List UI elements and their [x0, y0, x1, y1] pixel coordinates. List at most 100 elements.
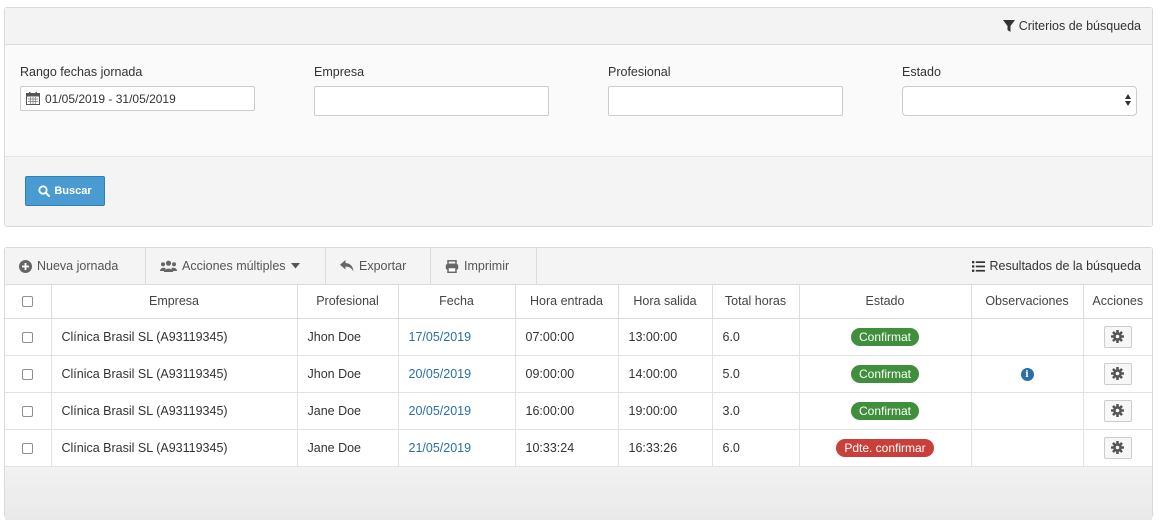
- entry-time-cell: 07:00:00: [515, 318, 619, 356]
- filter-icon: [1002, 20, 1015, 32]
- search-criteria-toggle[interactable]: Criterios de búsqueda: [1002, 19, 1141, 33]
- column-header-entry-time[interactable]: Hora entrada: [515, 285, 619, 319]
- exit-time-cell: 19:00:00: [618, 392, 713, 430]
- status-cell: Confirmat: [799, 392, 972, 430]
- table-header-row: Empresa Profesional Fecha Hora entrada H…: [5, 285, 1152, 319]
- info-icon[interactable]: i: [1020, 368, 1034, 382]
- date-range-value: 01/05/2019 - 31/05/2019: [45, 91, 176, 106]
- table-row[interactable]: Clínica Brasil SL (A93119345) Jane Doe 2…: [5, 429, 1152, 467]
- company-cell: Clínica Brasil SL (A93119345): [51, 392, 298, 430]
- gear-icon: [1111, 367, 1125, 380]
- row-actions-button[interactable]: [1103, 362, 1132, 385]
- gear-icon: [1111, 404, 1125, 417]
- date-range-field: Rango fechas jornada 01/05/2019 - 31/05/…: [20, 65, 255, 111]
- actions-cell: [1083, 318, 1152, 356]
- reply-arrow-icon: [340, 260, 354, 272]
- row-actions-button[interactable]: [1103, 325, 1132, 348]
- search-button[interactable]: Buscar: [25, 176, 105, 206]
- caret-down-icon: [290, 263, 300, 269]
- status-cell: Confirmat: [799, 318, 972, 356]
- status-field: Estado: [902, 65, 1137, 116]
- exit-time-cell: 13:00:00: [618, 318, 713, 356]
- new-shift-button[interactable]: Nueva jornada: [5, 248, 146, 284]
- professional-cell: Jane Doe: [297, 429, 399, 467]
- calendar-icon: [26, 92, 40, 105]
- status-cell: Pdte. confirmar: [799, 429, 972, 467]
- date-cell: 17/05/2019: [398, 318, 516, 356]
- entry-time-cell: 09:00:00: [515, 355, 619, 393]
- gear-icon: [1111, 441, 1125, 454]
- professional-label: Profesional: [608, 65, 671, 79]
- column-header-observations[interactable]: Observaciones: [971, 285, 1084, 319]
- company-label: Empresa: [314, 65, 365, 79]
- date-range-input[interactable]: 01/05/2019 - 31/05/2019: [20, 86, 255, 111]
- column-header-company[interactable]: Empresa: [51, 285, 298, 319]
- table-footer: [5, 466, 1152, 520]
- observations-cell: i: [971, 355, 1084, 393]
- column-header-exit-time[interactable]: Hora salida: [618, 285, 713, 319]
- status-badge: Confirmat: [850, 327, 919, 346]
- select-all-header: [5, 285, 52, 319]
- row-checkbox[interactable]: [22, 368, 34, 380]
- row-checkbox[interactable]: [22, 331, 34, 343]
- column-header-date[interactable]: Fecha: [398, 285, 516, 319]
- row-checkbox[interactable]: [22, 405, 34, 417]
- results-header-label: Resultados de la búsqueda: [989, 259, 1141, 273]
- new-shift-label: Nueva jornada: [37, 259, 119, 273]
- printer-icon: [445, 259, 459, 273]
- company-cell: Clínica Brasil SL (A93119345): [51, 355, 298, 393]
- date-link[interactable]: 17/05/2019: [409, 330, 472, 344]
- row-actions-button[interactable]: [1103, 399, 1132, 422]
- column-header-professional[interactable]: Profesional: [297, 285, 399, 319]
- row-actions-button[interactable]: [1103, 436, 1132, 459]
- search-results-panel: Nueva jornada Acciones múltiples Exporta…: [4, 247, 1153, 520]
- status-badge: Confirmat: [850, 401, 919, 420]
- select-all-checkbox[interactable]: [22, 296, 34, 308]
- company-cell: Clínica Brasil SL (A93119345): [51, 318, 298, 356]
- table-row[interactable]: Clínica Brasil SL (A93119345) Jane Doe 2…: [5, 392, 1152, 430]
- company-cell: Clínica Brasil SL (A93119345): [51, 429, 298, 467]
- row-checkbox[interactable]: [22, 442, 34, 454]
- row-select-cell: [5, 429, 52, 467]
- results-table-body: Clínica Brasil SL (A93119345) Jhon Doe 1…: [5, 318, 1152, 467]
- total-hours-cell: 6.0: [712, 318, 800, 356]
- observations-cell: [971, 429, 1084, 467]
- actions-cell: [1083, 355, 1152, 393]
- export-button[interactable]: Exportar: [326, 248, 431, 284]
- print-button[interactable]: Imprimir: [431, 248, 537, 284]
- total-hours-cell: 5.0: [712, 355, 800, 393]
- actions-cell: [1083, 429, 1152, 467]
- date-link[interactable]: 20/05/2019: [409, 367, 472, 381]
- date-link[interactable]: 20/05/2019: [409, 404, 472, 418]
- table-row[interactable]: Clínica Brasil SL (A93119345) Jhon Doe 2…: [5, 355, 1152, 393]
- exit-time-cell: 14:00:00: [618, 355, 713, 393]
- column-header-actions: Acciones: [1083, 285, 1152, 319]
- results-table: Empresa Profesional Fecha Hora entrada H…: [5, 285, 1152, 467]
- professional-cell: Jhon Doe: [297, 318, 399, 356]
- professional-input[interactable]: [608, 86, 843, 116]
- status-label: Estado: [902, 65, 941, 79]
- multiple-actions-button[interactable]: Acciones múltiples: [146, 248, 326, 284]
- total-hours-cell: 6.0: [712, 429, 800, 467]
- date-cell: 21/05/2019: [398, 429, 516, 467]
- column-header-status[interactable]: Estado: [799, 285, 972, 319]
- column-header-total-hours[interactable]: Total horas: [712, 285, 800, 319]
- status-badge: Pdte. confirmar: [836, 438, 934, 457]
- table-row[interactable]: Clínica Brasil SL (A93119345) Jhon Doe 1…: [5, 318, 1152, 356]
- company-input[interactable]: [314, 86, 549, 116]
- filter-fields: Rango fechas jornada 01/05/2019 - 31/05/…: [5, 45, 1152, 157]
- search-icon: [38, 185, 51, 197]
- observations-cell: [971, 318, 1084, 356]
- company-field: Empresa: [314, 65, 549, 116]
- row-select-cell: [5, 392, 52, 430]
- search-panel-header: Criterios de búsqueda: [5, 8, 1152, 45]
- list-icon: [972, 260, 986, 272]
- entry-time-cell: 16:00:00: [515, 392, 619, 430]
- date-link[interactable]: 21/05/2019: [409, 441, 472, 455]
- gear-icon: [1111, 330, 1125, 343]
- exit-time-cell: 16:33:26: [618, 429, 713, 467]
- search-criteria-panel: Criterios de búsqueda Rango fechas jorna…: [4, 7, 1153, 227]
- multiple-actions-label: Acciones múltiples: [182, 259, 286, 273]
- status-select[interactable]: [902, 86, 1137, 116]
- search-actions: Buscar: [5, 157, 1152, 226]
